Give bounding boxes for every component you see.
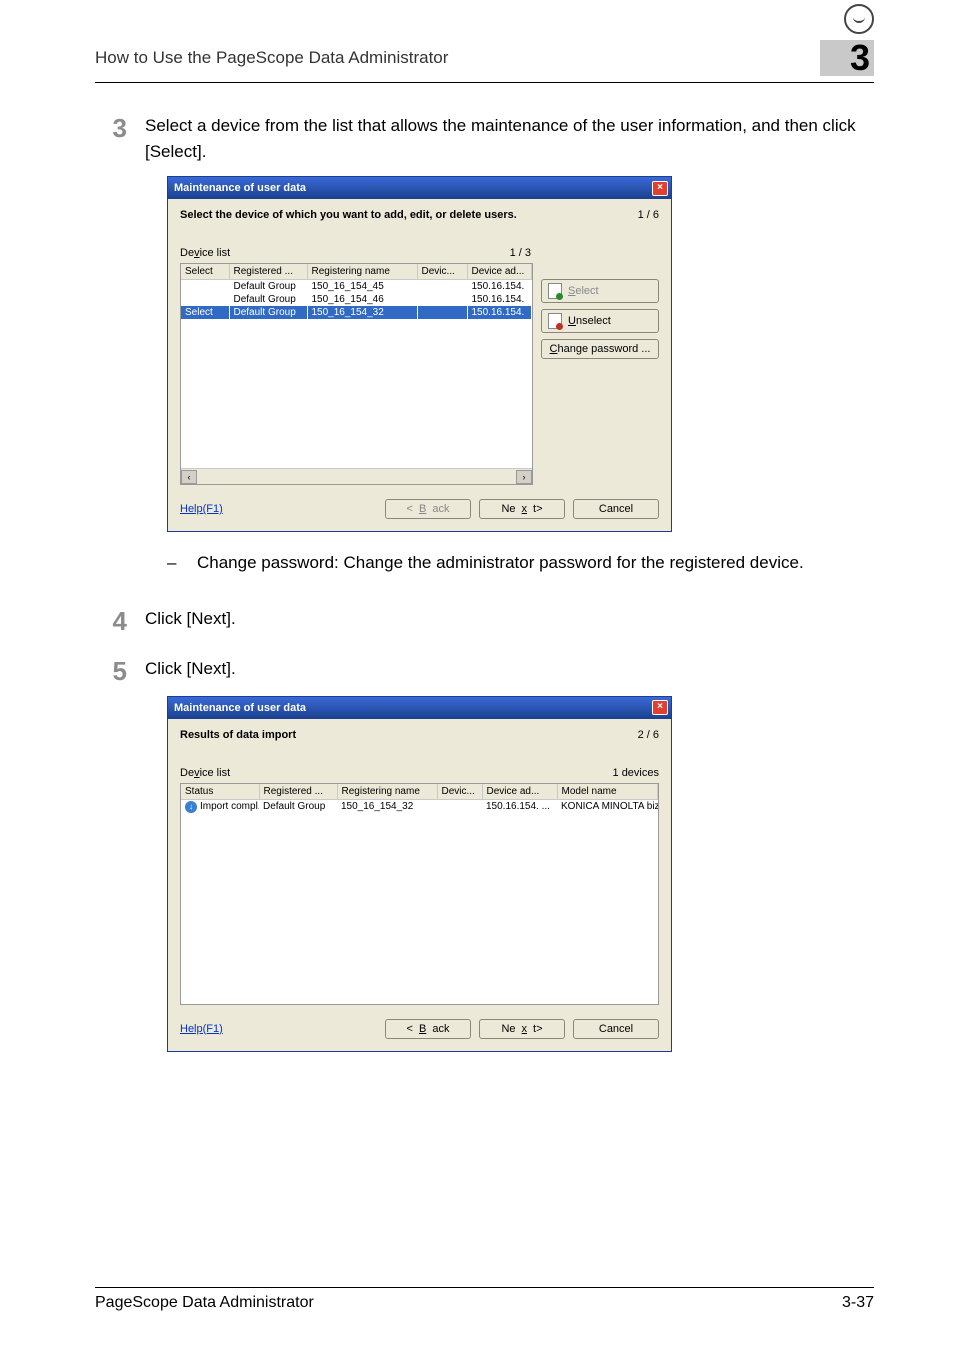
col-device[interactable]: Devic... <box>437 784 482 800</box>
step-number-3: 3 <box>95 113 145 164</box>
scroll-left-icon[interactable]: ‹ <box>181 470 197 484</box>
table-row[interactable]: ↓Import compl... Default Group 150_16_15… <box>181 799 658 814</box>
col-registering-name[interactable]: Registering name <box>307 264 417 280</box>
device-list-label: Device list <box>180 767 230 779</box>
back-button[interactable]: < Back <box>385 1019 471 1039</box>
wizard-step-counter: 1 / 6 <box>638 209 659 221</box>
footer-product: PageScope Data Administrator <box>95 1294 314 1312</box>
dialog-maintenance-2: Maintenance of user data × Results of da… <box>167 696 672 1052</box>
import-status-icon: ↓ <box>185 801 197 813</box>
change-password-button[interactable]: Change password ... <box>541 339 659 359</box>
next-button[interactable]: Next> <box>479 499 565 519</box>
col-device[interactable]: Devic... <box>417 264 467 280</box>
unselect-button[interactable]: Unselect <box>541 309 659 333</box>
table-row-selected[interactable]: Select Default Group 150_16_154_32 150.1… <box>181 306 532 319</box>
help-link[interactable]: Help(F1) <box>180 503 223 515</box>
select-doc-icon <box>548 283 562 299</box>
next-button[interactable]: Next> <box>479 1019 565 1039</box>
running-header: How to Use the PageScope Data Administra… <box>95 48 448 68</box>
step-text-4: Click [Next]. <box>145 606 874 634</box>
chapter-badge: 3 <box>820 40 874 76</box>
step-text-3: Select a device from the list that allow… <box>145 113 874 164</box>
col-registered[interactable]: Registered ... <box>259 784 337 800</box>
horizontal-scrollbar[interactable]: ‹ › <box>181 468 532 484</box>
table-row[interactable]: Default Group 150_16_154_45 150.16.154. <box>181 280 532 294</box>
manual-icon <box>844 4 874 34</box>
footer-page: 3-37 <box>842 1294 874 1312</box>
dialog-title: Maintenance of user data <box>174 702 306 714</box>
dialog-instruction: Select the device of which you want to a… <box>180 209 517 221</box>
col-status[interactable]: Status <box>181 784 259 800</box>
col-model-name[interactable]: Model name <box>557 784 658 800</box>
close-icon[interactable]: × <box>652 181 668 196</box>
bullet-text: Change password: Change the administrato… <box>197 550 804 576</box>
table-row[interactable]: Default Group 150_16_154_46 150.16.154. <box>181 293 532 306</box>
device-table[interactable]: Select Registered ... Registering name D… <box>180 263 533 485</box>
device-count: 1 devices <box>613 767 659 779</box>
help-link[interactable]: Help(F1) <box>180 1023 223 1035</box>
scroll-right-icon[interactable]: › <box>516 470 532 484</box>
cancel-button[interactable]: Cancel <box>573 1019 659 1039</box>
step-text-5: Click [Next]. <box>145 656 874 684</box>
chapter-number: 3 <box>850 37 870 79</box>
select-button[interactable]: Select <box>541 279 659 303</box>
dialog-instruction: Results of data import <box>180 729 296 741</box>
dialog-maintenance-1: Maintenance of user data × Select the de… <box>167 176 672 532</box>
close-icon[interactable]: × <box>652 700 668 715</box>
back-button[interactable]: < Back <box>385 499 471 519</box>
cancel-button[interactable]: Cancel <box>573 499 659 519</box>
unselect-doc-icon <box>548 313 562 329</box>
dialog-title: Maintenance of user data <box>174 182 306 194</box>
device-list-label: Device list <box>180 247 230 259</box>
device-count: 1 / 3 <box>510 247 531 259</box>
col-device-addr[interactable]: Device ad... <box>467 264 532 280</box>
step-number-5: 5 <box>95 656 145 684</box>
col-select[interactable]: Select <box>181 264 229 280</box>
col-registered[interactable]: Registered ... <box>229 264 307 280</box>
device-table-results[interactable]: Status Registered ... Registering name D… <box>180 783 659 1005</box>
wizard-step-counter: 2 / 6 <box>638 729 659 741</box>
col-registering-name[interactable]: Registering name <box>337 784 437 800</box>
bullet-dash: – <box>167 550 197 576</box>
col-device-addr[interactable]: Device ad... <box>482 784 557 800</box>
step-number-4: 4 <box>95 606 145 634</box>
